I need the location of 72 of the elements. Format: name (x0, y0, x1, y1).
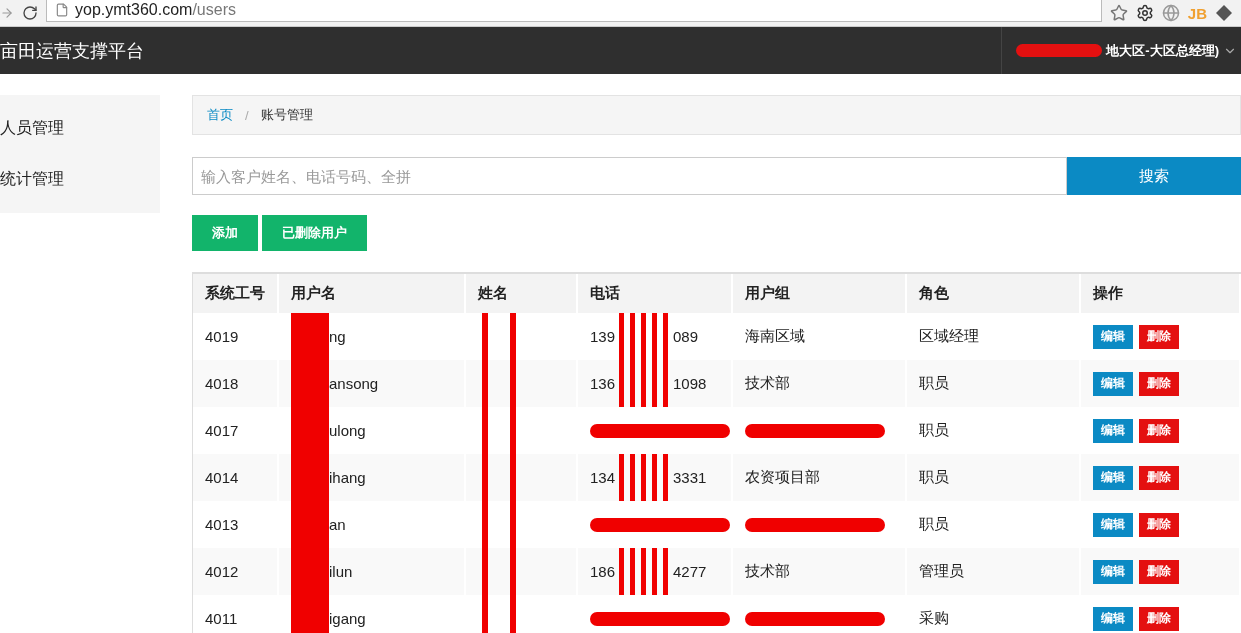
settings-icon[interactable] (1135, 4, 1154, 22)
table-cell: 职员 (907, 360, 1081, 407)
table-cell: 134 (590, 469, 616, 486)
edit-button[interactable]: 编辑 (1093, 559, 1133, 584)
address-bar[interactable]: yop.ymt360.com/users (46, 0, 1102, 22)
table-cell: 技术部 (745, 562, 790, 581)
add-button[interactable]: 添加 (192, 215, 258, 251)
table-cell: ansong (329, 375, 379, 392)
column-header: 电话 (578, 274, 733, 313)
table-cell: igang (329, 610, 366, 627)
delete-button[interactable]: 删除 (1139, 324, 1179, 349)
sidebar-item[interactable]: 人员管理 (0, 118, 160, 139)
edit-button[interactable]: 编辑 (1093, 371, 1133, 396)
redaction-mark (482, 595, 516, 633)
edit-button[interactable]: 编辑 (1093, 606, 1133, 631)
table-cell: 089 (673, 328, 699, 345)
reload-icon[interactable] (22, 5, 38, 21)
table-cell: 职员 (907, 454, 1081, 501)
column-header: 用户名 (279, 274, 466, 313)
table-cell: ilun (329, 563, 353, 580)
redaction-mark (291, 595, 329, 633)
edit-button[interactable]: 编辑 (1093, 324, 1133, 349)
edit-button[interactable]: 编辑 (1093, 512, 1133, 537)
delete-button[interactable]: 删除 (1139, 418, 1179, 443)
delete-button[interactable]: 删除 (1139, 559, 1179, 584)
edit-button[interactable]: 编辑 (1093, 418, 1133, 443)
column-header: 用户组 (733, 274, 907, 313)
user-menu[interactable]: 地大区-大区总经理) (1001, 27, 1241, 74)
sidebar-item[interactable]: 统计管理 (0, 169, 160, 190)
table-cell: ulong (329, 422, 366, 439)
table-cell: 139 (590, 328, 616, 345)
table-cell: 农资项目部 (745, 468, 820, 487)
table-cell: 管理员 (907, 548, 1081, 595)
globe-icon[interactable] (1161, 4, 1180, 22)
diamond-icon[interactable] (1215, 4, 1233, 22)
table-cell: 4018 (193, 360, 279, 407)
table-cell: 4014 (193, 454, 279, 501)
table-cell: an (329, 516, 346, 533)
column-header: 姓名 (466, 274, 578, 313)
table-cell: ihang (329, 469, 366, 486)
delete-button[interactable]: 删除 (1139, 512, 1179, 537)
table-cell: 4012 (193, 548, 279, 595)
breadcrumb-separator: / (245, 107, 249, 123)
current-page-label: 账号管理 (260, 106, 313, 124)
redaction-mark (619, 313, 670, 360)
column-header: 角色 (907, 274, 1081, 313)
deleted-users-button[interactable]: 已删除用户 (262, 215, 367, 251)
delete-button[interactable]: 删除 (1139, 606, 1179, 631)
redaction-mark (619, 454, 670, 501)
app-title: 亩田运营支撑平台 (0, 39, 145, 63)
url-text: yop.ymt360.com/users (75, 0, 236, 19)
table-cell: ng (329, 328, 346, 345)
star-icon[interactable] (1109, 4, 1128, 22)
table-cell: 136 (590, 375, 616, 392)
page-icon (55, 2, 69, 17)
delete-button[interactable]: 删除 (1139, 371, 1179, 396)
table-cell: 186 (590, 563, 616, 580)
search-button[interactable]: 搜索 (1067, 157, 1241, 195)
edit-button[interactable]: 编辑 (1093, 465, 1133, 490)
redaction-mark (619, 548, 670, 595)
table-cell: 3331 (673, 469, 707, 486)
redaction-mark (619, 360, 670, 407)
table-cell: 技术部 (745, 374, 790, 393)
table-cell: 4277 (673, 563, 707, 580)
column-header: 操作 (1081, 274, 1241, 313)
delete-button[interactable]: 删除 (1139, 465, 1179, 490)
redaction-mark (291, 313, 329, 360)
table-cell: 海南区域 (745, 327, 805, 346)
search-field[interactable]: 输入客户姓名、电话号码、全拼 (192, 157, 1067, 195)
breadcrumb-link[interactable]: 首页 (207, 106, 233, 124)
column-header: 系统工号 (193, 274, 279, 313)
table-cell: 1098 (673, 375, 707, 392)
